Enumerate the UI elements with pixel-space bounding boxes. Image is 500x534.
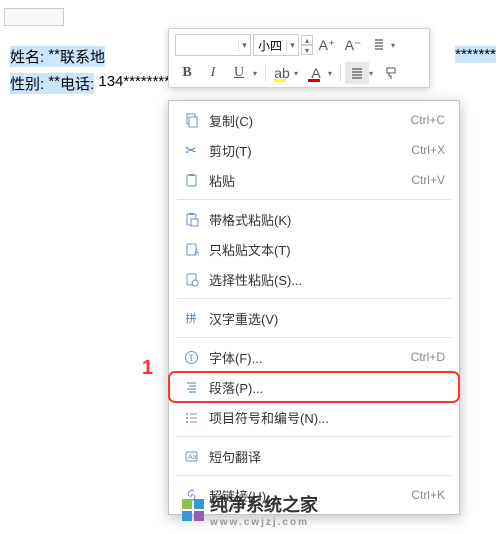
paste-text-icon: A	[179, 240, 203, 258]
menu-copy[interactable]: 复制(C) Ctrl+C	[169, 105, 459, 135]
field-sex-label: 性别:	[10, 73, 44, 94]
font-name-input[interactable]	[176, 38, 238, 52]
format-painter-button[interactable]	[379, 62, 403, 84]
italic-button[interactable]: I	[201, 62, 225, 84]
brand-logo-icon	[182, 499, 204, 521]
field-sex-value: **	[44, 73, 60, 94]
menu-separator	[177, 337, 451, 338]
field-tel-label: 电话:	[60, 73, 94, 94]
paste-format-icon	[179, 210, 203, 228]
watermark: 纯净系统之家 www.cwjzj.com	[0, 491, 500, 528]
line-spacing-icon	[371, 37, 387, 53]
translate-icon: Aa	[179, 447, 203, 465]
annotation-marker: 1	[142, 357, 153, 380]
svg-text:Aa: Aa	[188, 454, 197, 461]
menu-cut[interactable]: ✂ 剪切(T) Ctrl+X	[169, 135, 459, 165]
separator	[340, 64, 341, 82]
menu-separator	[177, 436, 451, 437]
decrease-font-button[interactable]: A⁻	[341, 34, 365, 56]
align-button[interactable]	[345, 62, 369, 84]
svg-text:T: T	[188, 353, 194, 363]
cut-icon: ✂	[179, 141, 203, 159]
menu-font[interactable]: T 字体(F)... Ctrl+D	[169, 342, 459, 372]
svg-text:A: A	[194, 248, 199, 257]
menu-pinyin[interactable]: 拼 汉字重选(V)	[169, 303, 459, 333]
font-size-combo[interactable]: ▾	[253, 34, 299, 56]
highlight-dropdown[interactable]: ▾	[294, 69, 302, 78]
format-painter-icon	[384, 66, 398, 80]
underline-button[interactable]: U	[227, 62, 251, 84]
font-size-dropdown[interactable]: ▾	[286, 40, 298, 51]
menu-separator	[177, 475, 451, 476]
underline-dropdown[interactable]: ▾	[253, 69, 261, 78]
font-name-combo[interactable]: ▾	[175, 34, 251, 56]
bullets-icon	[179, 408, 203, 426]
brand-url: www.cwjzj.com	[210, 517, 318, 528]
mini-toolbar: ▾ ▾ ▴▾ A⁺ A⁻ ▾ B I U ▾ ab ▾ A ▾	[168, 28, 430, 88]
line-spacing-button[interactable]	[367, 34, 391, 56]
menu-paste-format[interactable]: 带格式粘贴(K)	[169, 204, 459, 234]
menu-paste-special[interactable]: 选择性粘贴(S)...	[169, 264, 459, 294]
menu-translate[interactable]: Aa 短句翻译	[169, 441, 459, 471]
font-size-input[interactable]	[254, 38, 286, 52]
separator	[265, 64, 266, 82]
line-spacing-dropdown[interactable]: ▾	[391, 41, 399, 50]
brand-name: 纯净系统之家	[210, 491, 318, 517]
ruler	[4, 8, 64, 26]
align-dropdown[interactable]: ▾	[369, 69, 377, 78]
copy-icon	[179, 111, 203, 129]
font-color-dropdown[interactable]: ▾	[328, 69, 336, 78]
align-justify-icon	[350, 66, 364, 80]
pinyin-icon: 拼	[179, 309, 203, 327]
highlight-button[interactable]: ab	[270, 62, 294, 84]
font-name-dropdown[interactable]: ▾	[238, 40, 250, 51]
field-name-label: 姓名:	[10, 46, 44, 67]
field-addr-label: 联系地	[60, 46, 105, 67]
paste-special-icon	[179, 270, 203, 288]
field-name-value: **	[44, 46, 60, 67]
menu-paste[interactable]: 粘贴 Ctrl+V	[169, 165, 459, 195]
menu-paste-text[interactable]: A 只粘贴文本(T)	[169, 234, 459, 264]
font-icon: T	[179, 348, 203, 366]
field-tel-value: 134********	[94, 73, 170, 94]
font-color-button[interactable]: A	[304, 62, 328, 84]
menu-paragraph[interactable]: 段落(P)...	[169, 372, 459, 402]
bold-button[interactable]: B	[175, 62, 199, 84]
doc-stars: *******	[455, 46, 496, 63]
font-size-stepper[interactable]: ▴▾	[301, 35, 313, 55]
menu-separator	[177, 298, 451, 299]
increase-font-button[interactable]: A⁺	[315, 34, 339, 56]
menu-separator	[177, 199, 451, 200]
context-menu: 复制(C) Ctrl+C ✂ 剪切(T) Ctrl+X 粘贴 Ctrl+V 带格…	[168, 100, 460, 515]
paste-icon	[179, 171, 203, 189]
paragraph-icon	[179, 378, 203, 396]
menu-bullets[interactable]: 项目符号和编号(N)...	[169, 402, 459, 432]
